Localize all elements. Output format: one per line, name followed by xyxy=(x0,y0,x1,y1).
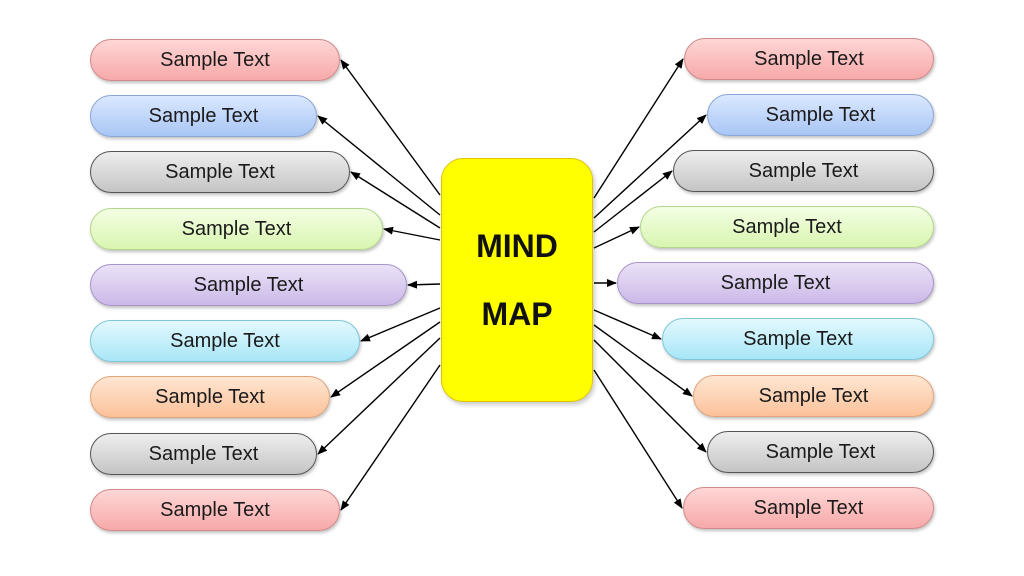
left-node-label: Sample Text xyxy=(165,160,275,183)
right-node-label: Sample Text xyxy=(743,327,853,350)
right-node-4[interactable]: Sample Text xyxy=(640,206,934,248)
right-node-label: Sample Text xyxy=(754,47,864,70)
left-node-3[interactable]: Sample Text xyxy=(90,151,350,193)
right-node-label: Sample Text xyxy=(765,440,876,463)
right-node-3[interactable]: Sample Text xyxy=(673,150,934,192)
left-connector-arrow-6 xyxy=(360,307,441,342)
right-node-2[interactable]: Sample Text xyxy=(707,94,934,136)
right-connector-arrow-4 xyxy=(593,226,640,249)
central-topic-line-2: MAP xyxy=(481,296,553,332)
right-node-label: Sample Text xyxy=(758,384,869,407)
left-connector-arrow-5 xyxy=(407,280,441,289)
left-node-4[interactable]: Sample Text xyxy=(90,208,383,250)
left-node-8[interactable]: Sample Text xyxy=(90,433,317,475)
left-node-label: Sample Text xyxy=(160,498,270,521)
left-node-label: Sample Text xyxy=(181,217,292,240)
left-node-label: Sample Text xyxy=(193,273,304,296)
right-node-label: Sample Text xyxy=(732,215,842,238)
left-node-label: Sample Text xyxy=(160,48,270,71)
right-connector-arrow-9 xyxy=(593,369,683,509)
left-node-label: Sample Text xyxy=(155,385,265,408)
left-node-label: Sample Text xyxy=(148,442,259,465)
right-node-label: Sample Text xyxy=(748,159,859,182)
central-topic-line-1: MIND xyxy=(476,228,558,264)
right-node-label: Sample Text xyxy=(720,271,831,294)
right-node-label: Sample Text xyxy=(753,496,864,519)
left-node-7[interactable]: Sample Text xyxy=(90,376,330,418)
right-connector-arrow-6 xyxy=(593,309,662,340)
left-node-9[interactable]: Sample Text xyxy=(90,489,340,531)
left-node-label: Sample Text xyxy=(170,329,280,352)
left-connector-arrow-4 xyxy=(383,226,441,241)
central-topic[interactable]: MIND MAP xyxy=(441,158,593,402)
right-node-6[interactable]: Sample Text xyxy=(662,318,934,360)
right-node-9[interactable]: Sample Text xyxy=(683,487,934,529)
left-node-2[interactable]: Sample Text xyxy=(90,95,317,137)
right-node-8[interactable]: Sample Text xyxy=(707,431,934,473)
left-connector-arrow-9 xyxy=(340,364,441,511)
right-node-label: Sample Text xyxy=(765,103,876,126)
left-node-1[interactable]: Sample Text xyxy=(90,39,340,81)
left-node-6[interactable]: Sample Text xyxy=(90,320,360,362)
left-node-5[interactable]: Sample Text xyxy=(90,264,407,306)
right-node-7[interactable]: Sample Text xyxy=(693,375,934,417)
right-node-1[interactable]: Sample Text xyxy=(684,38,934,80)
right-node-5[interactable]: Sample Text xyxy=(617,262,934,304)
left-node-label: Sample Text xyxy=(148,104,259,127)
